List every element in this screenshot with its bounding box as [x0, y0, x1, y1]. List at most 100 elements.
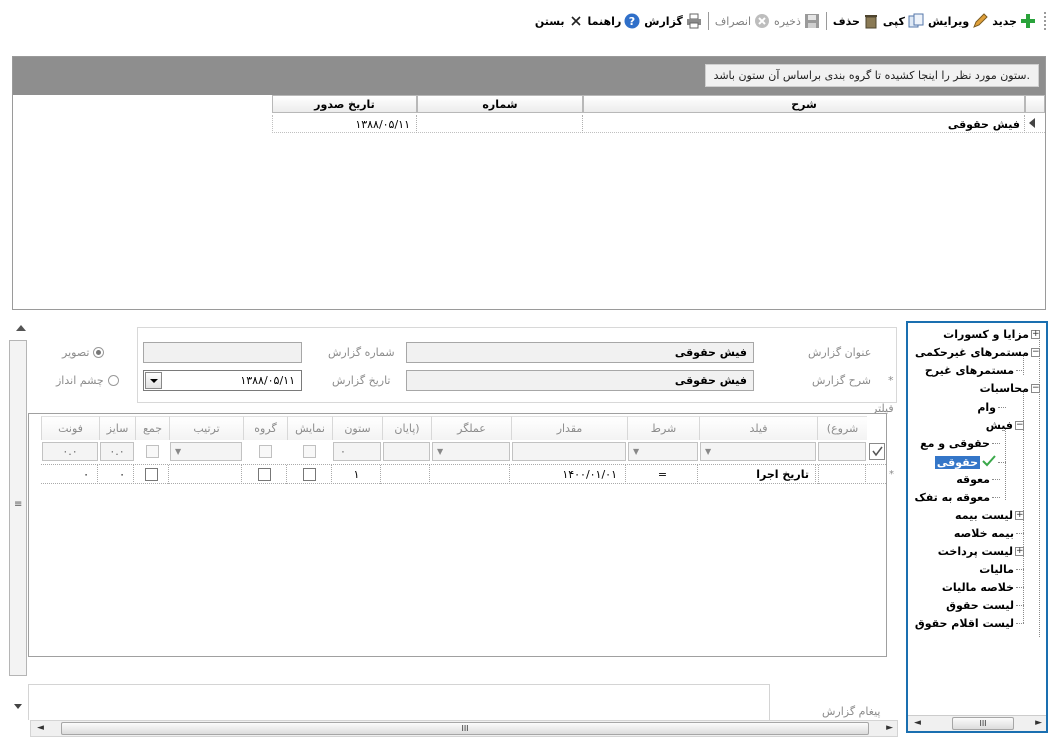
scroll-right-arrow-icon[interactable]: ►: [886, 723, 893, 733]
row-open-cell[interactable]: [818, 465, 866, 484]
filter-header-column[interactable]: ستون: [332, 416, 382, 440]
filter-header-group[interactable]: گروه: [243, 416, 287, 440]
filter-font-input[interactable]: ۰.۰: [42, 442, 98, 461]
tree-node[interactable]: لیست اقلام حقوق: [915, 617, 1024, 630]
tree-node[interactable]: − فیش: [986, 419, 1024, 432]
filter-condition-select[interactable]: ▼: [628, 442, 698, 461]
tree-node-label: حقوقی و مع: [920, 437, 990, 450]
save-button[interactable]: ذخیره: [774, 13, 820, 29]
filter-field-select[interactable]: ▼: [700, 442, 816, 461]
tree-node[interactable]: حقوقی و مع: [920, 437, 1000, 450]
tree-node[interactable]: وام: [977, 401, 1006, 414]
new-button[interactable]: جدید: [992, 13, 1036, 29]
report-button[interactable]: گزارش: [644, 13, 702, 29]
scroll-thumb[interactable]: III: [61, 722, 869, 735]
tree-node[interactable]: مستمرهای غیرح: [925, 364, 1024, 377]
date-field[interactable]: ۱۳۸۸/۰۵/۱۱: [143, 370, 302, 391]
close-button[interactable]: بستن: [535, 13, 584, 29]
row-field-cell[interactable]: تاریخ اجرا: [700, 465, 816, 484]
expand-icon[interactable]: +: [1031, 330, 1040, 339]
row-operator-cell[interactable]: [432, 465, 510, 484]
row-size-cell[interactable]: ۰: [100, 465, 134, 484]
scroll-thumb[interactable]: III: [952, 717, 1014, 730]
scroll-left-arrow-icon[interactable]: ◄: [914, 718, 921, 728]
date-dropdown-button[interactable]: [145, 372, 162, 389]
filter-value-input[interactable]: [512, 442, 626, 461]
filter-header-show[interactable]: نمایش: [287, 416, 332, 440]
expand-icon[interactable]: +: [1015, 511, 1024, 520]
row-close-cell[interactable]: [383, 465, 430, 484]
tree-node[interactable]: بیمه خلاصه: [954, 527, 1024, 540]
tree-node[interactable]: مالیات: [979, 563, 1024, 576]
toolbar: جدید ویرایش کپی حذف ذخیره انصراف گزارش ?…: [6, 6, 1054, 36]
delete-button[interactable]: حذف: [833, 13, 879, 29]
radio-landscape[interactable]: چشم انداز: [56, 374, 119, 387]
tree-node[interactable]: − مستمرهای غیرحکمی: [915, 346, 1040, 359]
filter-row-toggle[interactable]: [869, 443, 885, 460]
scroll-left-arrow-icon[interactable]: ◄: [37, 723, 44, 733]
filter-close-input[interactable]: [383, 442, 430, 461]
column-header-issue-date[interactable]: تاریخ صدور: [272, 95, 417, 113]
row-sort-cell[interactable]: [170, 465, 242, 484]
scroll-right-arrow-icon[interactable]: ►: [1035, 718, 1042, 728]
left-scrollbar[interactable]: ≡: [9, 340, 27, 676]
group-by-bar[interactable]: ستون مورد نظر را اینجا کشیده تا گروه بند…: [13, 57, 1045, 95]
toolbar-separator: [825, 12, 827, 30]
copy-button[interactable]: کپی: [883, 13, 924, 29]
filter-show-check[interactable]: [287, 442, 332, 461]
row-sum-check[interactable]: [135, 465, 169, 484]
expand-icon[interactable]: +: [1015, 547, 1024, 556]
tree-node[interactable]: − محاسبات: [980, 382, 1040, 395]
collapse-icon[interactable]: −: [1015, 421, 1024, 430]
filter-header-operator[interactable]: عملگر: [431, 416, 511, 440]
collapse-icon[interactable]: −: [1031, 348, 1040, 357]
row-show-check[interactable]: [287, 465, 332, 484]
scroll-down-arrow-icon[interactable]: [14, 704, 22, 709]
cancel-button[interactable]: انصراف: [715, 13, 770, 29]
filter-header-field[interactable]: فیلد: [699, 416, 817, 440]
filter-header-font[interactable]: فونت: [41, 416, 99, 440]
tree-node[interactable]: + مزایا و کسورات: [943, 328, 1040, 341]
desc-field[interactable]: فیش حقوقی: [406, 370, 754, 391]
column-header-description[interactable]: شرح: [583, 95, 1025, 113]
row-column-cell[interactable]: ۱: [333, 465, 381, 484]
filter-sort-select[interactable]: ▼: [170, 442, 242, 461]
filter-header-sort[interactable]: ترتیب: [169, 416, 243, 440]
tree-node[interactable]: معوقه: [956, 473, 1000, 486]
filter-header-sum[interactable]: جمع: [135, 416, 169, 440]
filter-open-input[interactable]: [818, 442, 866, 461]
column-header-number[interactable]: شماره: [417, 95, 583, 113]
tree-node[interactable]: حقوقی: [934, 455, 1006, 470]
filter-group-check[interactable]: [243, 442, 287, 461]
tree-node[interactable]: خلاصه مالیات: [942, 581, 1024, 594]
tree-node[interactable]: لیست حقوق: [946, 599, 1024, 612]
filter-header-open[interactable]: (شروع: [817, 416, 867, 440]
number-field[interactable]: [143, 342, 302, 363]
collapse-icon[interactable]: −: [1031, 384, 1040, 393]
filter-column-input[interactable]: ۰: [333, 442, 381, 461]
title-field[interactable]: فیش حقوقی: [406, 342, 754, 363]
tree-node[interactable]: معوقه به تفک: [914, 491, 1000, 504]
bottom-scrollbar[interactable]: ◄ III ►: [30, 720, 898, 737]
row-condition-cell[interactable]: =: [628, 465, 698, 484]
filter-size-input[interactable]: ۰.۰: [100, 442, 134, 461]
row-value-cell[interactable]: ۱۴۰۰/۰۱/۰۱: [512, 465, 626, 484]
filter-sum-check[interactable]: [135, 442, 169, 461]
message-box[interactable]: [28, 684, 770, 720]
filter-header-condition[interactable]: شرط: [627, 416, 699, 440]
filter-header-value[interactable]: مقدار: [511, 416, 627, 440]
checkbox: [258, 468, 271, 481]
filter-operator-select[interactable]: ▼: [432, 442, 510, 461]
edit-button[interactable]: ویرایش: [928, 13, 988, 29]
tree-scrollbar[interactable]: ◄ III ►: [908, 715, 1046, 731]
row-font-cell[interactable]: ۰: [42, 465, 98, 484]
row-group-check[interactable]: [243, 465, 287, 484]
help-button[interactable]: ? راهنما: [588, 13, 641, 29]
radio-image[interactable]: تصویر: [62, 346, 105, 359]
toolbar-grip[interactable]: [1044, 12, 1048, 30]
filter-header-close[interactable]: پایان): [382, 416, 431, 440]
filter-header-size[interactable]: سایز: [99, 416, 135, 440]
tree-node[interactable]: + لیست بیمه: [955, 509, 1024, 522]
tree-node[interactable]: + لیست پرداخت: [938, 545, 1024, 558]
collapse-up-arrow-icon[interactable]: [16, 325, 26, 331]
